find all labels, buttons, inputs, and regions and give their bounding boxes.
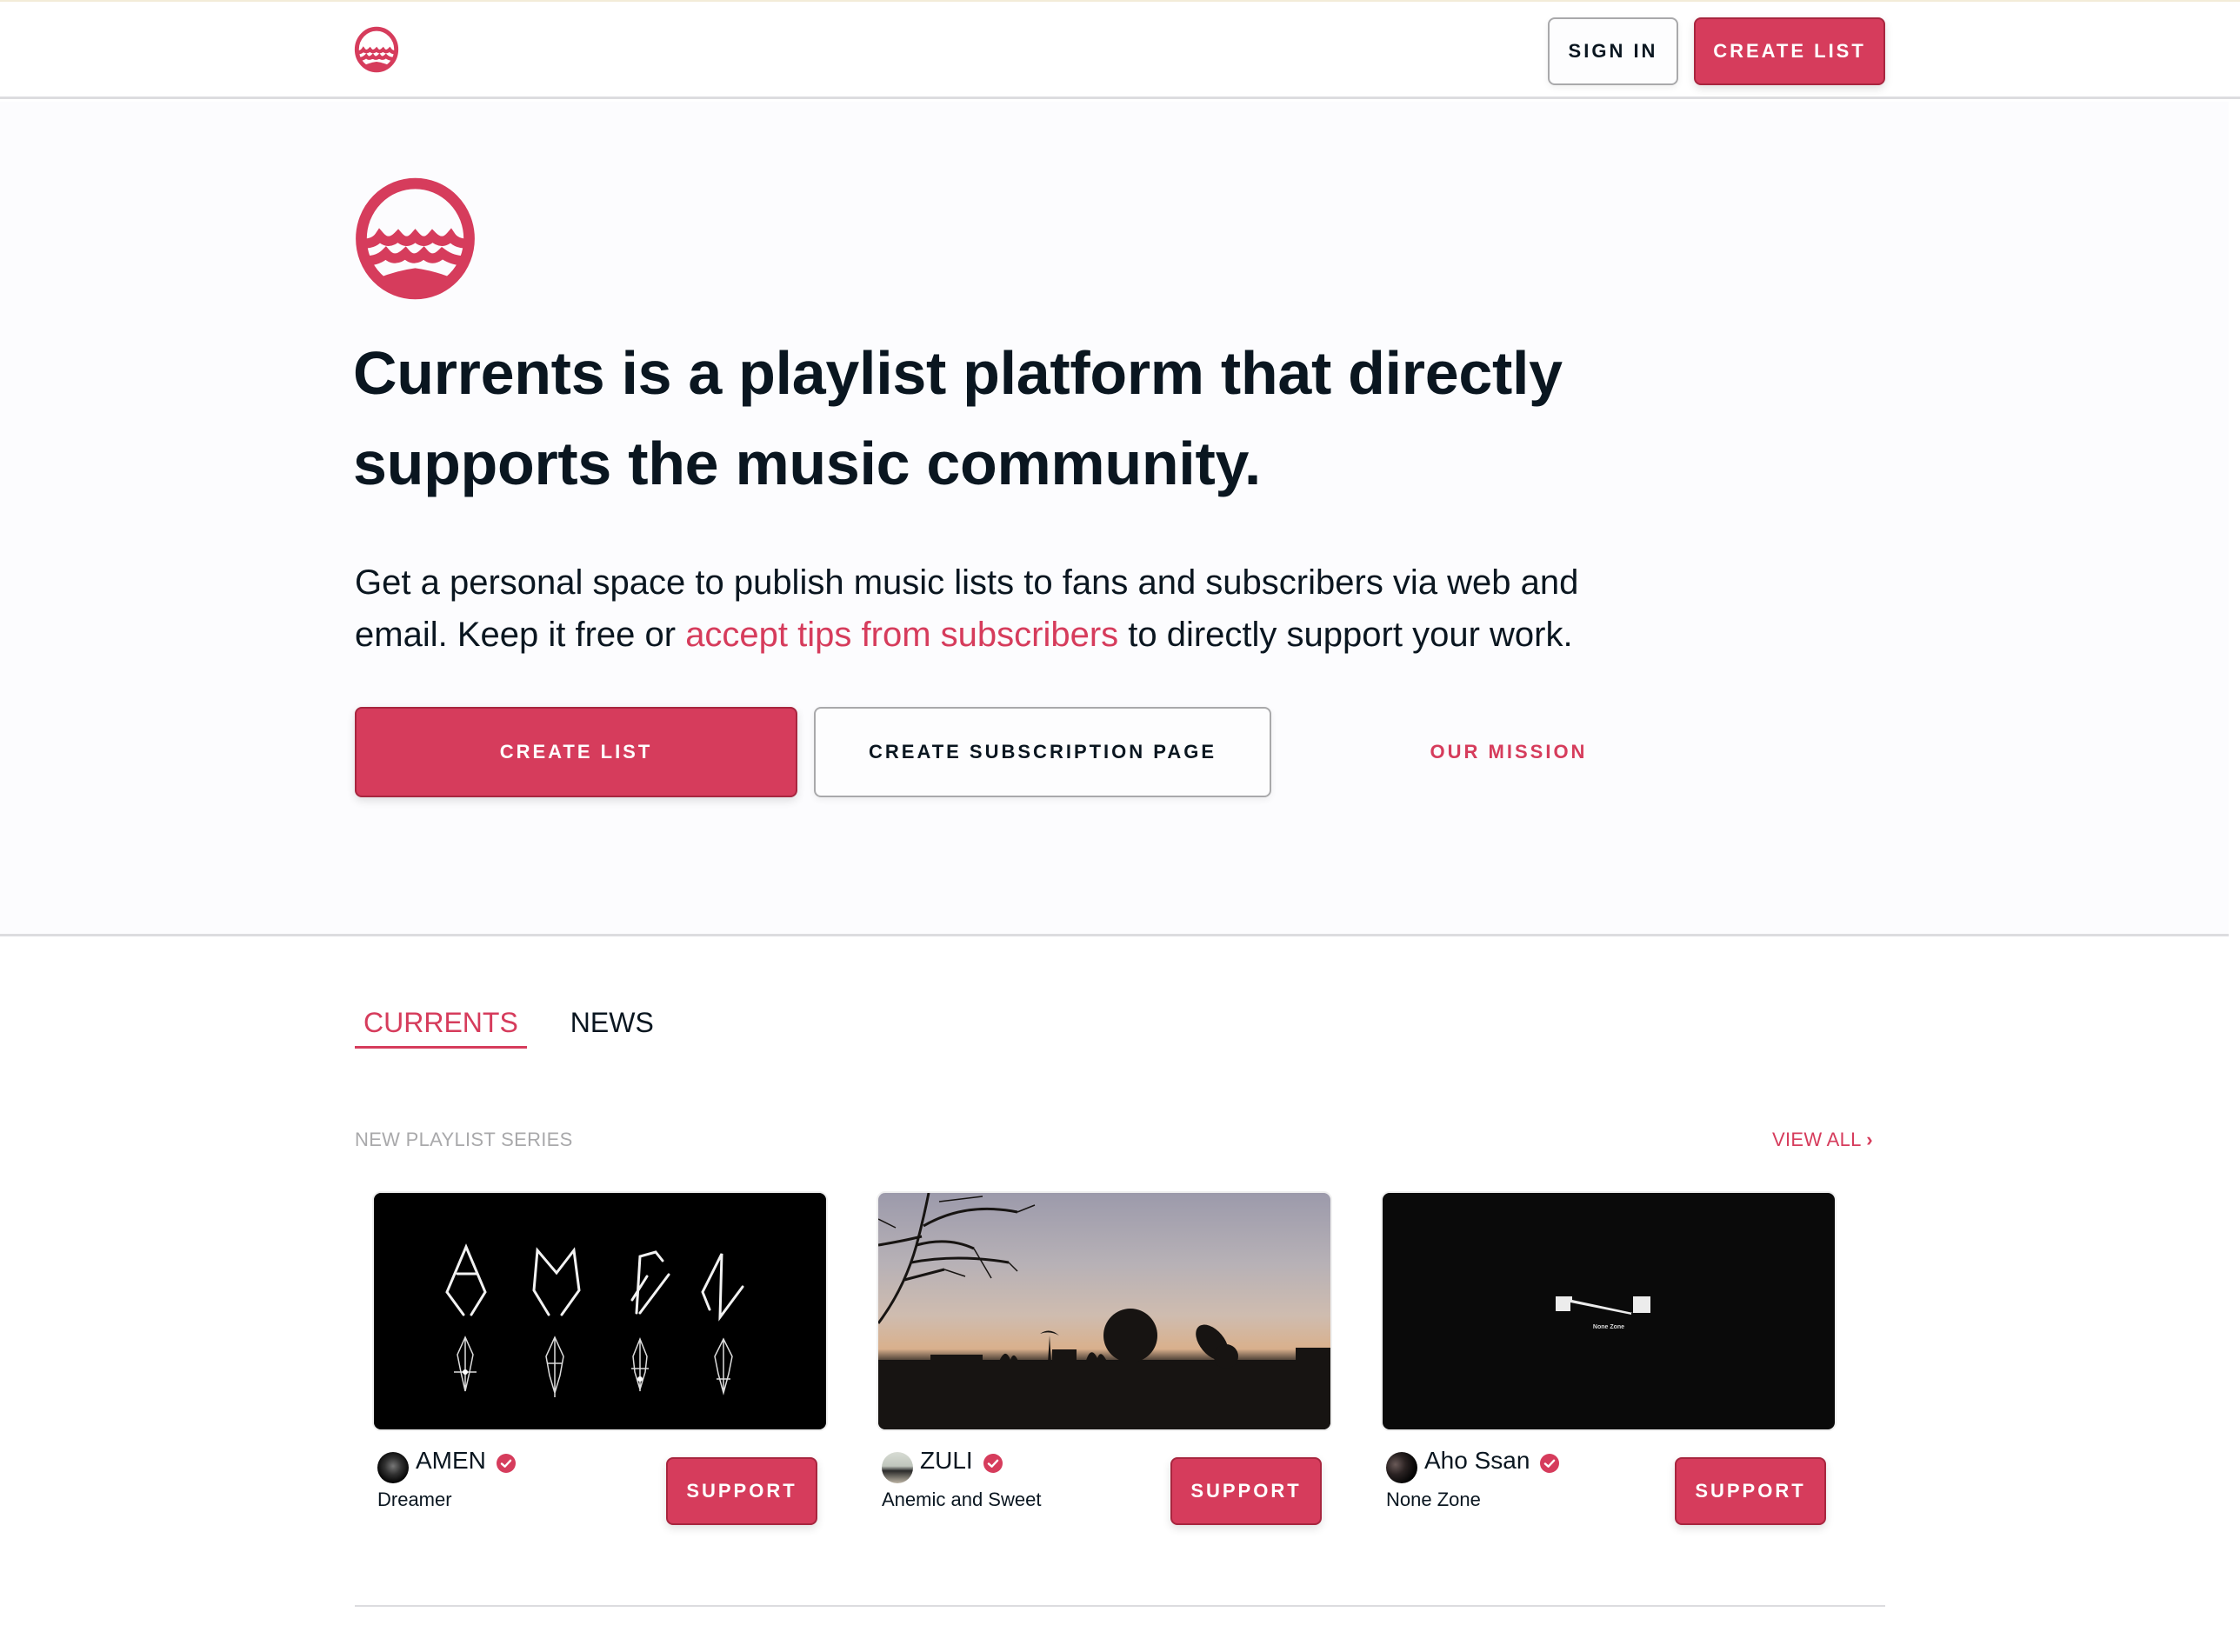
sign-in-button[interactable]: SIGN IN	[1548, 17, 1678, 85]
artist-name[interactable]: ZULI	[920, 1447, 1003, 1475]
artist-avatar[interactable]	[882, 1452, 913, 1483]
playlist-card[interactable]: ZULI Anemic and Sweet SUPPORT	[877, 1191, 1332, 1525]
amen-glyph-artwork	[445, 1243, 744, 1397]
header-create-list-button[interactable]: CREATE LIST	[1694, 17, 1885, 85]
tab-currents[interactable]: CURRENTS	[355, 991, 527, 1049]
series-title[interactable]: Anemic and Sweet	[882, 1489, 1041, 1511]
view-all-link[interactable]: VIEW ALL ›	[1772, 1129, 1873, 1151]
playlist-card[interactable]: AMEN Dreamer SUPPORT	[372, 1191, 828, 1525]
none-zone-cover	[1556, 1296, 1650, 1315]
hero-headline: Currents is a playlist platform that dir…	[353, 339, 1563, 497]
create-subscription-page-button[interactable]: CREATE SUBSCRIPTION PAGE	[814, 707, 1271, 797]
accept-tips-link[interactable]: accept tips from subscribers	[685, 616, 1118, 654]
support-button[interactable]: SUPPORT	[666, 1457, 817, 1525]
hero-create-list-button[interactable]: CREATE LIST	[355, 707, 797, 797]
currents-hero-logo-icon	[356, 177, 475, 300]
cover-caption: None Zone	[1592, 1324, 1625, 1330]
artist-avatar[interactable]	[1386, 1452, 1417, 1483]
support-button[interactable]: SUPPORT	[1675, 1457, 1826, 1525]
series-title[interactable]: Dreamer	[377, 1489, 452, 1511]
support-button[interactable]: SUPPORT	[1170, 1457, 1322, 1525]
section-divider	[355, 1605, 1885, 1607]
content-tabs: CURRENTS NEWS	[355, 991, 697, 1052]
hero-subcopy: Get a personal space to publish music li…	[355, 556, 1677, 661]
artist-name-text: AMEN	[416, 1447, 486, 1474]
artist-name[interactable]: Aho Ssan	[1424, 1447, 1560, 1475]
artist-name-text: Aho Ssan	[1424, 1447, 1530, 1474]
sunset-satellite-dish-photo	[878, 1193, 1330, 1429]
verified-check-icon	[1540, 1454, 1560, 1473]
artist-name-text: ZULI	[920, 1447, 973, 1474]
subcopy-text-2: to directly support your work.	[1118, 616, 1573, 654]
top-nav: SIGN IN CREATE LIST	[0, 2, 2240, 99]
playlist-cover-image[interactable]	[372, 1191, 828, 1431]
verified-check-icon	[983, 1454, 1003, 1473]
tab-news[interactable]: NEWS	[562, 991, 663, 1049]
playlist-card[interactable]: None Zone Aho Ssan None Zone SUPPORT	[1381, 1191, 1837, 1525]
hero-section: Currents is a playlist platform that dir…	[0, 102, 2229, 936]
currents-logo-icon[interactable]	[353, 26, 400, 73]
playlist-cover-image[interactable]: None Zone	[1381, 1191, 1837, 1431]
series-title[interactable]: None Zone	[1386, 1489, 1481, 1511]
section-label: NEW PLAYLIST SERIES	[355, 1129, 573, 1150]
artist-name[interactable]: AMEN	[416, 1447, 516, 1475]
playlist-cover-image[interactable]	[877, 1191, 1332, 1431]
artist-avatar[interactable]	[377, 1452, 409, 1483]
view-all-label: VIEW ALL	[1772, 1129, 1861, 1150]
verified-check-icon	[496, 1454, 516, 1473]
our-mission-link[interactable]: OUR MISSION	[1357, 707, 1661, 797]
chevron-right-icon: ›	[1866, 1129, 1873, 1150]
